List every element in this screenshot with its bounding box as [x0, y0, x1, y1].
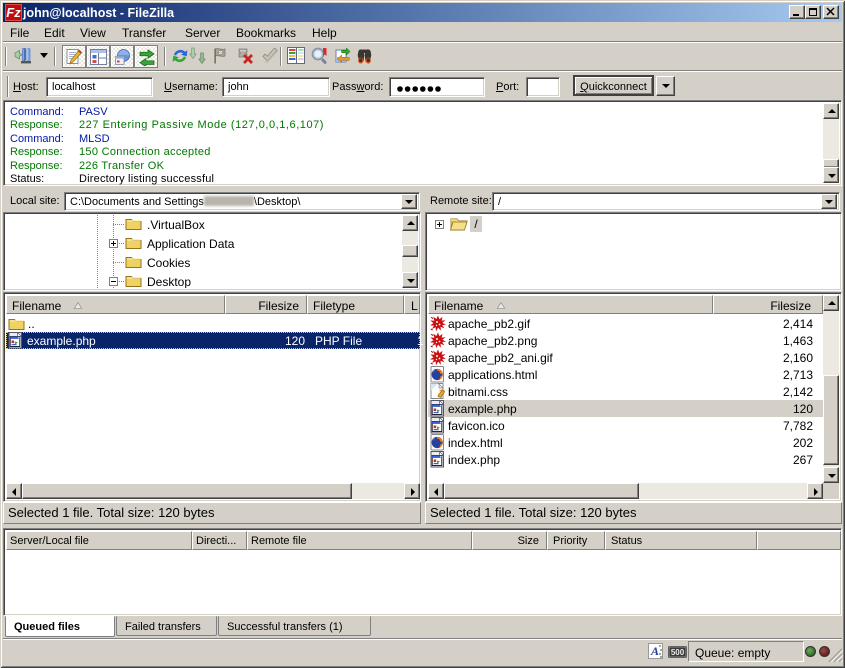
- svg-text:500: 500: [671, 648, 685, 657]
- svg-text:A: A: [650, 644, 659, 658]
- svg-text:Fz: Fz: [6, 5, 21, 20]
